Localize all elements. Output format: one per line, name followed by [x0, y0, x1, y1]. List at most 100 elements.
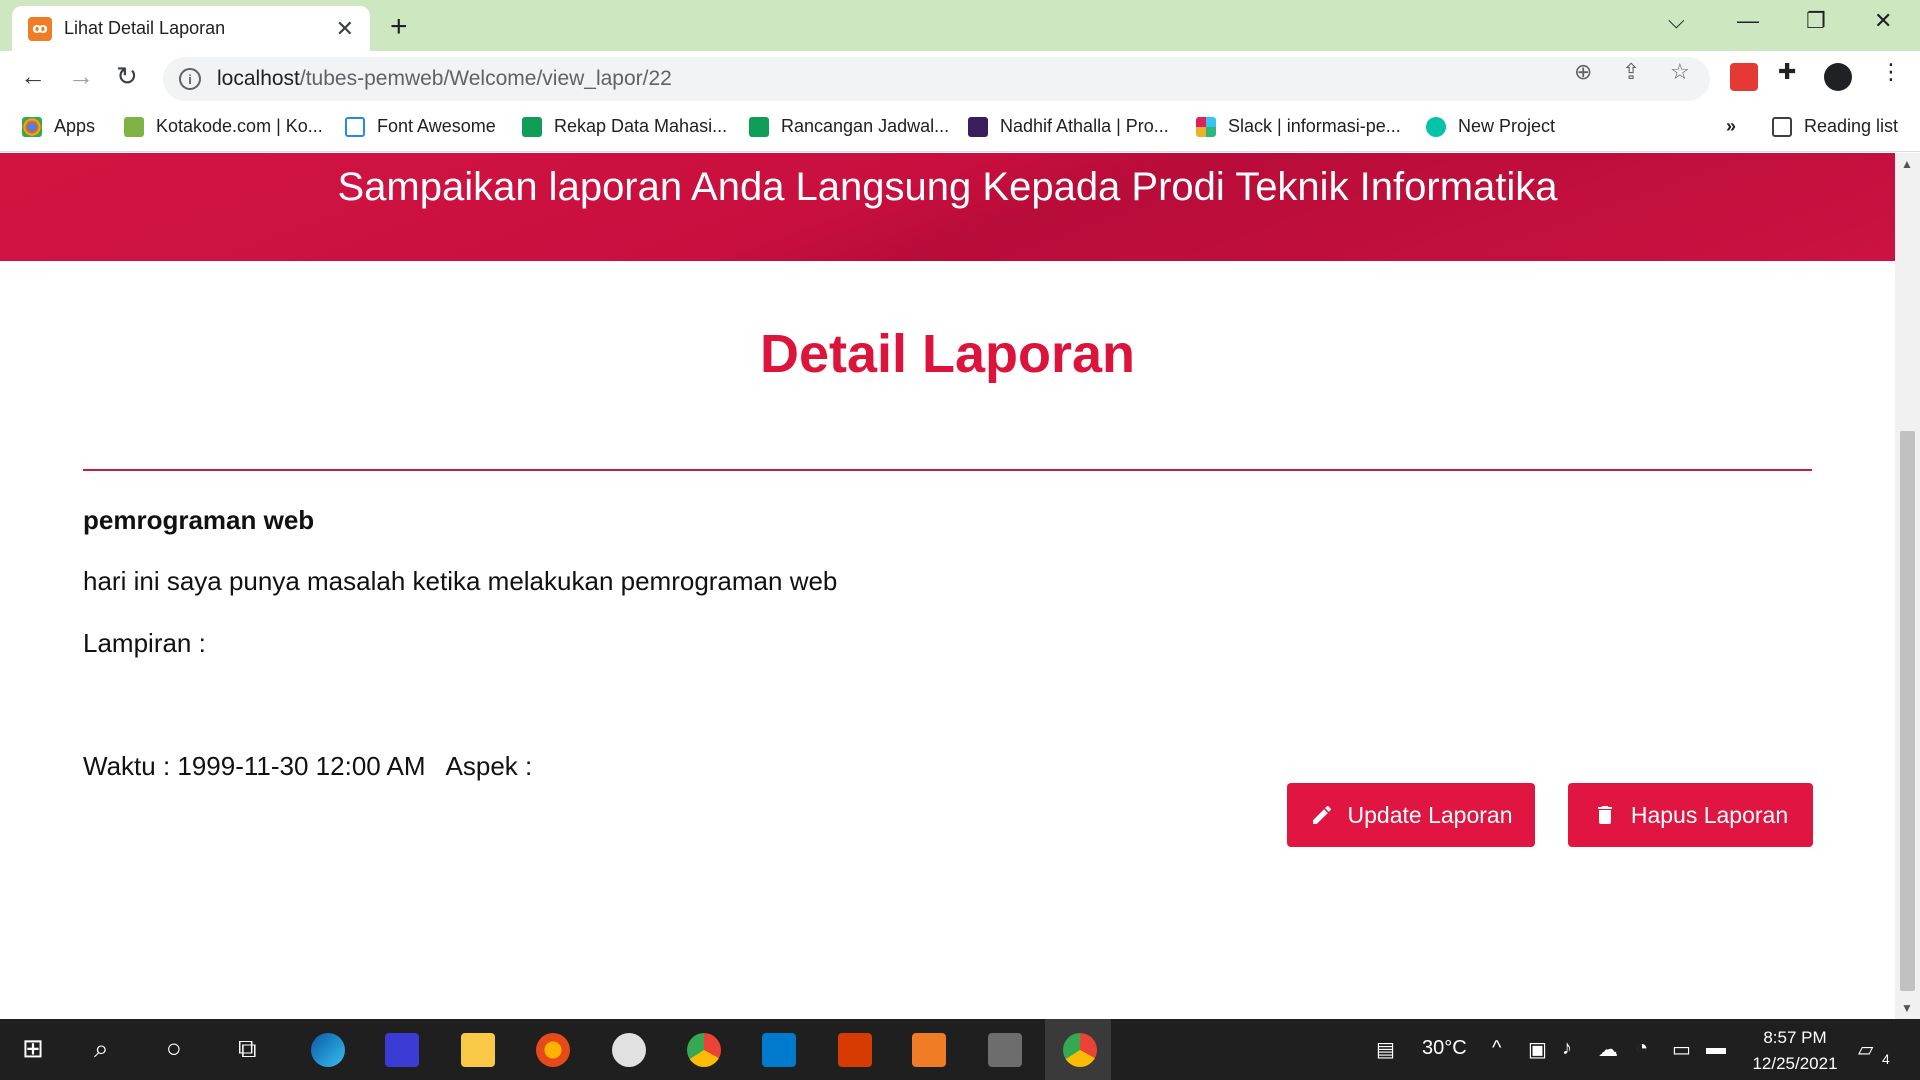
scrollbar-thumb[interactable]	[1900, 431, 1915, 991]
attachment-label: Lampiran :	[83, 628, 206, 658]
profile-avatar[interactable]	[1824, 63, 1852, 91]
delete-report-button[interactable]: Hapus Laporan	[1568, 783, 1813, 847]
project-icon	[1426, 116, 1446, 137]
edge-icon[interactable]	[311, 1033, 345, 1067]
bookmark-slack[interactable]: Slack | informasi-pe...	[1196, 116, 1401, 137]
report-meta: Waktu : 1999-11-30 12:00 AM Aspek :	[83, 751, 532, 782]
bookmark-new-project[interactable]: New Project	[1426, 116, 1555, 137]
app-blue-icon[interactable]	[385, 1033, 419, 1067]
search-icon[interactable]: ⌕	[94, 1033, 109, 1065]
xampp-favicon-icon: ꝏ	[28, 16, 52, 41]
bookmark-label: Slack | informasi-pe...	[1228, 116, 1401, 136]
bookmark-kotakode[interactable]: Kotakode.com | Ko...	[124, 116, 323, 137]
weather-temp[interactable]: 30°C	[1422, 1037, 1467, 1060]
site-info-icon[interactable]: i	[179, 68, 201, 90]
tab-strip: ꝏ Lihat Detail Laporan ✕ + ⌵ — ❐ ✕	[0, 0, 1920, 51]
trash-icon	[1597, 806, 1612, 824]
task-view-icon[interactable]: ⧉	[238, 1033, 257, 1065]
bookmarks-bar: Apps Kotakode.com | Ko... Font Awesome R…	[0, 106, 1920, 152]
bookmark-nadhif[interactable]: Nadhif Athalla | Pro...	[968, 116, 1169, 137]
bookmark-label: Nadhif Athalla | Pro...	[1000, 116, 1169, 136]
bookmark-font-awesome[interactable]: Font Awesome	[345, 116, 496, 137]
bookmark-label: Kotakode.com | Ko...	[156, 116, 323, 136]
url-text[interactable]: localhost/tubes-pemweb/Welcome/view_lapo…	[217, 67, 672, 91]
display-icon[interactable]: ▭	[1672, 1037, 1691, 1062]
forward-icon[interactable]: →	[68, 61, 94, 92]
zoom-icon[interactable]: ⊕	[1574, 59, 1592, 85]
more-bookmarks-label: »	[1726, 116, 1737, 136]
flag-icon	[345, 116, 365, 137]
bookmark-label: Rancangan Jadwal...	[781, 116, 950, 136]
delete-button-label: Hapus Laporan	[1630, 801, 1789, 828]
bookmark-star-icon[interactable]: ☆	[1670, 59, 1690, 85]
bookmark-apps[interactable]: Apps	[22, 116, 95, 137]
divider	[83, 469, 1812, 471]
page-title: Detail Laporan	[759, 324, 1136, 384]
browser-tab[interactable]: ꝏ Lihat Detail Laporan ✕	[12, 6, 370, 51]
tray-chevron-icon[interactable]: ^	[1492, 1037, 1501, 1060]
reading-list-button[interactable]: Reading list	[1772, 116, 1898, 137]
report-body: hari ini saya punya masalah ketika melak…	[83, 566, 838, 596]
report-subject: pemrograman web	[83, 505, 315, 535]
close-window-icon[interactable]: ✕	[1874, 8, 1892, 34]
bookmark-label: New Project	[1458, 116, 1556, 136]
kotakode-icon	[124, 116, 144, 137]
restore-icon[interactable]: ❐	[1806, 8, 1826, 34]
page-viewport: Sampaikan laporan Anda Langsung Kepada P…	[0, 153, 1895, 1019]
vscode-icon[interactable]	[762, 1033, 796, 1067]
sheets-icon	[749, 116, 769, 137]
reload-icon[interactable]: ↻	[116, 61, 138, 92]
back-icon[interactable]: ←	[20, 61, 46, 92]
paint-icon[interactable]	[612, 1033, 646, 1067]
notifications-icon[interactable]: ▱	[1858, 1037, 1873, 1062]
file-explorer-icon[interactable]	[461, 1033, 495, 1067]
battery-icon[interactable]: ▬	[1706, 1037, 1726, 1060]
share-icon[interactable]: ⇪	[1622, 59, 1640, 85]
volume-icon[interactable]: ♪	[1562, 1037, 1572, 1060]
weather-icon[interactable]: ▤	[1376, 1037, 1395, 1062]
profile-p-icon	[968, 116, 988, 137]
windows-start-icon[interactable]: ⊞	[22, 1033, 44, 1064]
bookmark-rancangan-jadwal[interactable]: Rancangan Jadwal...	[749, 116, 949, 137]
chrome-active-icon[interactable]	[1063, 1033, 1097, 1067]
menu-kebab-icon[interactable]: ⋮	[1880, 59, 1902, 85]
page-scrollbar[interactable]: ▲ ▼	[1895, 153, 1920, 1019]
tab-search-icon[interactable]: ⌵	[1668, 8, 1685, 34]
scroll-up-icon[interactable]: ▲	[1901, 157, 1913, 171]
more-bookmarks-button[interactable]: »	[1726, 116, 1736, 137]
chrome-icon[interactable]	[687, 1033, 721, 1067]
clock-date: 12/25/2021	[1752, 1054, 1838, 1073]
update-button-label: Update Laporan	[1347, 801, 1513, 828]
windows-taskbar: ⊞ ⌕ ○ ⧉ ▤ 30°C ^ ▣ ♪ ☁ ◔ ▭ ▬ 8:57 PM 12/…	[0, 1019, 1920, 1080]
address-bar[interactable]: i localhost/tubes-pemweb/Welcome/view_la…	[163, 57, 1710, 101]
office-icon[interactable]	[838, 1033, 872, 1067]
new-tab-icon[interactable]: +	[390, 10, 408, 44]
tab-title: Lihat Detail Laporan	[64, 18, 226, 38]
update-report-button[interactable]: Update Laporan	[1287, 783, 1535, 847]
meet-now-icon[interactable]: ▣	[1528, 1037, 1547, 1062]
time-label: Waktu : 1999-11-30 12:00 AM	[83, 751, 426, 781]
cortana-icon[interactable]: ○	[166, 1033, 182, 1064]
xampp-icon[interactable]	[912, 1033, 946, 1067]
wifi-icon[interactable]: ◔	[1636, 1037, 1648, 1060]
firefox-icon[interactable]	[536, 1033, 570, 1067]
pencil-icon	[1312, 805, 1331, 824]
extension-red-icon[interactable]	[1730, 63, 1758, 91]
bookmark-label: Rekap Data Mahasi...	[554, 116, 728, 136]
app-gray-icon[interactable]	[988, 1033, 1022, 1067]
extensions-puzzle-icon[interactable]: ✚	[1778, 59, 1796, 85]
bookmark-label: Font Awesome	[377, 116, 496, 136]
clock-time: 8:57 PM	[1763, 1028, 1827, 1047]
scroll-down-icon[interactable]: ▼	[1901, 1001, 1913, 1015]
aspect-label: Aspek :	[445, 751, 533, 781]
bookmark-rekap-data[interactable]: Rekap Data Mahasi...	[522, 116, 727, 137]
hero-banner: Sampaikan laporan Anda Langsung Kepada P…	[0, 153, 1895, 261]
minimize-icon[interactable]: —	[1737, 8, 1759, 34]
bookmark-label: Apps	[54, 116, 96, 136]
close-tab-icon[interactable]: ✕	[336, 16, 354, 42]
banner-text: Sampaikan laporan Anda Langsung Kepada P…	[337, 165, 1558, 209]
apps-grid-icon	[22, 116, 42, 137]
notification-count: 4	[1882, 1051, 1890, 1067]
onedrive-icon[interactable]: ☁	[1598, 1037, 1618, 1062]
system-clock[interactable]: 8:57 PM 12/25/2021	[1740, 1025, 1850, 1077]
